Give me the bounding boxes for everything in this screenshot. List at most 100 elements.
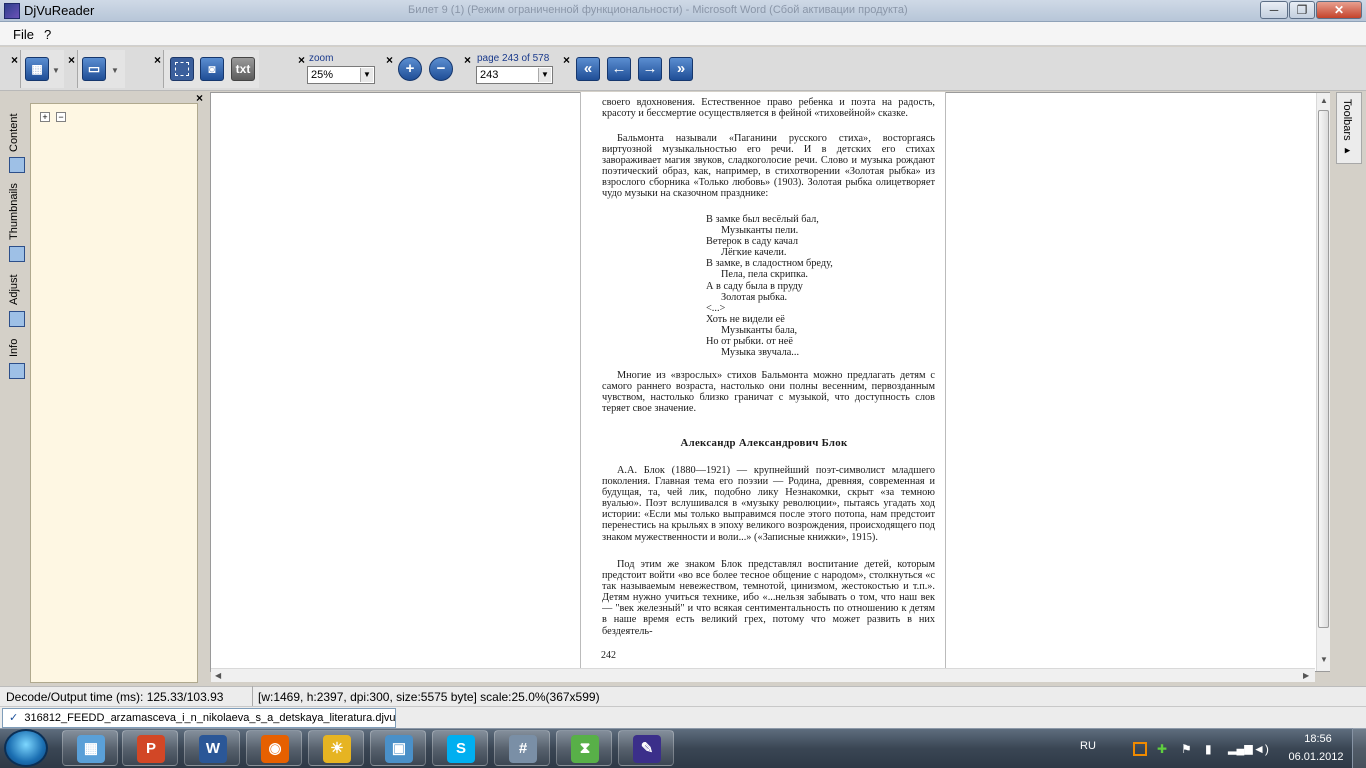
first-page-icon[interactable]: « (576, 57, 600, 81)
verse-line: Хоть не видели её (706, 313, 785, 325)
toolbar-close-icon[interactable]: × (386, 54, 393, 66)
view-dropdown-arrow[interactable]: ▼ (111, 66, 119, 75)
verse-line: Музыканты бала, (721, 324, 798, 336)
verse-line: Музыка звучала... (721, 347, 800, 359)
verse-line: В замке был весёлый бал, (706, 214, 819, 225)
horizontal-scrollbar[interactable] (211, 668, 1315, 682)
verse-line: Но от рыбки. от неё (706, 336, 793, 348)
verse-line: Ветерок в саду качал (706, 236, 799, 248)
menu-help[interactable]: ? (44, 27, 51, 42)
taskbar-app-powerpoint[interactable]: P (122, 730, 178, 766)
toolbar-close-icon[interactable]: × (68, 54, 75, 66)
previous-page-icon[interactable]: ← (607, 57, 631, 81)
remote-icon: ▣ (385, 735, 413, 763)
chevron-down-icon[interactable]: ▼ (538, 68, 551, 82)
maximize-button[interactable]: ❐ (1289, 1, 1315, 19)
background-window-title: Билет 9 (1) (Режим ограниченной функцион… (408, 4, 908, 16)
clock-time[interactable]: 18:56 (1296, 733, 1340, 745)
word-icon: W (199, 735, 227, 763)
paragraph: Бальмонта называли «Паганини русского ст… (602, 133, 935, 200)
document-tab[interactable]: ✓ 316812_FEEDD_arzamasceva_i_n_nikolaeva… (2, 708, 396, 728)
page-number: 242 (601, 650, 616, 661)
scroll-left-icon[interactable]: ◀ (215, 671, 221, 680)
taskbar-app-files[interactable]: ▦ (62, 730, 118, 766)
page-layout-icon[interactable]: ▦ (25, 57, 49, 81)
verse-line: А в саду была в пруду (706, 280, 803, 292)
minimize-button[interactable]: ─ (1260, 1, 1288, 19)
decode-time-text: Decode/Output time (ms): 125.33/103.93 (6, 690, 224, 704)
signal-icon[interactable]: ▂▄▆ (1228, 742, 1253, 756)
toolbar-close-icon[interactable]: × (298, 54, 305, 66)
tray-app-icon[interactable] (1133, 742, 1147, 756)
taskbar-app-calculator[interactable]: # (494, 730, 550, 766)
toolbar-close-icon[interactable]: × (563, 54, 570, 66)
verse-line: Музыканты пели. (721, 225, 799, 237)
calculator-icon: # (509, 735, 537, 763)
text-mode-button[interactable]: txt (231, 57, 255, 81)
toolbars-tab[interactable]: Toolbars ▸ (1336, 92, 1362, 164)
volume-icon[interactable]: ◄) (1253, 742, 1269, 756)
toolbar-close-icon[interactable]: × (154, 54, 161, 66)
taskbar-app-skype[interactable]: S (432, 730, 488, 766)
last-page-icon[interactable]: » (669, 57, 693, 81)
document-page: своего вдохновения. Естественное право р… (580, 92, 946, 670)
info-icon[interactable] (9, 363, 25, 379)
verse-line: Лёгкие качели. (721, 247, 787, 259)
wrench-icon[interactable] (9, 311, 25, 327)
menu-bar (0, 22, 1366, 46)
expand-all-icon[interactable]: + (40, 112, 50, 122)
close-window-button[interactable]: ✕ (1316, 1, 1362, 19)
power-icon[interactable]: ▮ (1205, 742, 1219, 756)
taskbar-app-word[interactable]: W (184, 730, 240, 766)
chevron-down-icon[interactable]: ▼ (360, 68, 373, 82)
language-indicator[interactable]: RU (1080, 740, 1096, 752)
start-button[interactable] (4, 729, 48, 767)
menu-file[interactable]: File (13, 27, 34, 42)
app-icon (4, 3, 20, 19)
contents-panel (30, 103, 198, 683)
files-icon: ▦ (77, 735, 105, 763)
select-region-icon[interactable] (170, 57, 194, 81)
tab-thumbnails[interactable]: Thumbnails (8, 180, 30, 244)
scroll-up-icon[interactable]: ▲ (1320, 96, 1328, 105)
zoom-out-icon[interactable]: − (429, 57, 453, 81)
weather-icon: ☀ (323, 735, 351, 763)
paragraph: А.А. Блок (1880—1921) — крупнейший поэт-… (602, 465, 935, 543)
taskbar-app-djvureader[interactable]: ✎ (618, 730, 674, 766)
taskbar-app-remote[interactable]: ▣ (370, 730, 426, 766)
verse-line: Пела, пела скрипка. (721, 269, 808, 281)
tab-info[interactable]: Info (8, 334, 30, 362)
scroll-right-icon[interactable]: ▶ (1303, 671, 1309, 680)
vertical-scroll-thumb[interactable] (1318, 110, 1329, 628)
tab-content[interactable]: Content (8, 110, 30, 156)
layout-dropdown-arrow[interactable]: ▼ (52, 66, 60, 75)
scroll-down-icon[interactable]: ▼ (1320, 655, 1328, 664)
tab-adjust[interactable]: Adjust (8, 270, 30, 310)
next-page-icon[interactable]: → (638, 57, 662, 81)
paragraph: Многие из «взрослых» стихов Бальмонта мо… (602, 370, 935, 415)
taskbar-app-hourglass[interactable]: ⧗ (556, 730, 612, 766)
zoom-label: zoom (309, 53, 334, 64)
zoom-select[interactable]: 25% ▼ (307, 66, 375, 84)
taskbar-app-firefox[interactable]: ◉ (246, 730, 302, 766)
zoom-in-icon[interactable]: + (398, 57, 422, 81)
verse-line: <...> (706, 302, 726, 314)
single-page-icon[interactable]: ▭ (82, 57, 106, 81)
tray-network-app-icon[interactable]: ✚ (1157, 742, 1171, 756)
sidebar-close-icon[interactable]: × (196, 92, 203, 104)
thumbnails-icon[interactable] (9, 246, 25, 262)
content-icon[interactable] (9, 157, 25, 173)
image-mode-icon[interactable]: ◙ (200, 57, 224, 81)
collapse-all-icon[interactable]: − (56, 112, 66, 122)
page-label: page 243 of 578 (477, 53, 550, 64)
flag-icon[interactable]: ⚑ (1181, 742, 1195, 756)
zoom-value: 25% (311, 69, 334, 81)
clock-date[interactable]: 06.01.2012 (1286, 751, 1346, 763)
show-desktop-button[interactable] (1352, 728, 1366, 768)
section-heading: Александр Александрович Блок (680, 437, 848, 449)
taskbar-app-weather[interactable]: ☀ (308, 730, 364, 766)
status-divider (252, 686, 253, 706)
toolbar-close-icon[interactable]: × (464, 54, 471, 66)
page-select[interactable]: 243 ▼ (476, 66, 553, 84)
toolbar-close-icon[interactable]: × (11, 54, 18, 66)
